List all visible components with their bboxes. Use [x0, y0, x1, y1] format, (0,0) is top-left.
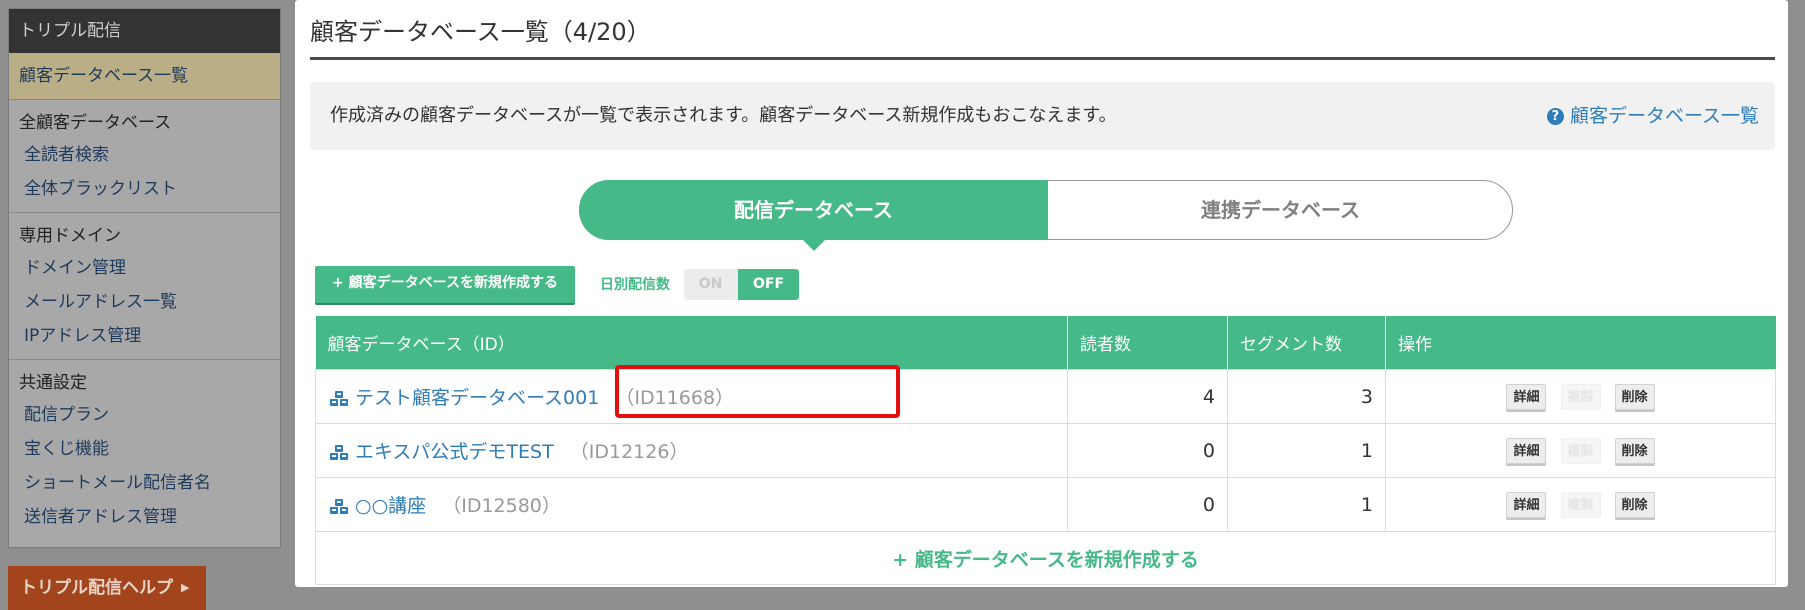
- question-icon: ?: [1546, 108, 1564, 125]
- delete-button[interactable]: 削除: [1614, 383, 1655, 410]
- help-link[interactable]: ? 顧客データベース一覧: [1546, 82, 1759, 150]
- db-name: エキスパ公式デモTEST: [355, 441, 554, 463]
- sidebar-item-ip-address-management[interactable]: IPアドレス管理: [9, 319, 280, 353]
- sidebar-item-all-readers-search[interactable]: 全読者検索: [9, 138, 280, 172]
- readers-count: 0: [1067, 423, 1228, 478]
- segments-count: 1: [1227, 477, 1386, 532]
- sidebar-item-customer-db-list[interactable]: 顧客データベース一覧: [9, 53, 280, 100]
- tab-linked-db[interactable]: 連携データベース: [1048, 180, 1513, 240]
- sidebar-title: トリプル配信: [9, 9, 280, 53]
- sidebar-group-domain: 専用ドメイン ドメイン管理 メールアドレス一覧 IPアドレス管理: [9, 213, 280, 360]
- db-cell: ○○講座 （ID12580）: [315, 477, 1068, 532]
- db-link[interactable]: テスト顧客データベース001: [328, 387, 605, 409]
- table-row: テスト顧客データベース001 （ID11668） 4 3 詳細 複製 削除: [315, 369, 1776, 424]
- delete-button[interactable]: 削除: [1614, 491, 1655, 518]
- db-link[interactable]: ○○講座: [328, 495, 432, 517]
- help-button-label: トリプル配信ヘルプ: [20, 578, 173, 598]
- sidebar-group-all-db: 全顧客データベース 全読者検索 全体ブラックリスト: [9, 100, 280, 213]
- sidebar-group-title: 全顧客データベース: [19, 113, 172, 133]
- segments-count: 3: [1227, 369, 1386, 424]
- actions-cell: 詳細 複製 削除: [1385, 423, 1776, 478]
- db-id: （ID11668）: [615, 387, 735, 409]
- db-type-tabs: 配信データベース 連携データベース: [579, 180, 1513, 251]
- actions-cell: 詳細 複製 削除: [1385, 477, 1776, 532]
- db-table: 顧客データベース（ID） 読者数 セグメント数 操作 テスト顧客データベース00…: [315, 316, 1776, 585]
- sidebar-item-lottery[interactable]: 宝くじ機能: [9, 432, 280, 466]
- daily-count-toggle[interactable]: ON OFF: [684, 269, 799, 300]
- toggle-on[interactable]: ON: [684, 269, 737, 300]
- create-row: + 顧客データベースを新規作成する: [315, 531, 1776, 585]
- sidebar-group-title: 専用ドメイン: [19, 226, 121, 246]
- detail-button[interactable]: 詳細: [1506, 383, 1547, 410]
- delete-button[interactable]: 削除: [1614, 437, 1655, 464]
- sidebar-item-sms-sender-name[interactable]: ショートメール配信者名: [9, 466, 280, 500]
- sidebar: トリプル配信 顧客データベース一覧 全顧客データベース 全読者検索 全体ブラック…: [8, 8, 281, 548]
- table-header-row: 顧客データベース（ID） 読者数 セグメント数 操作: [315, 316, 1776, 370]
- help-button[interactable]: トリプル配信ヘルプ ▶: [8, 566, 206, 610]
- col-header-actions: 操作: [1385, 316, 1776, 370]
- table-row: ○○講座 （ID12580） 0 1 詳細 複製 削除: [315, 477, 1776, 532]
- copy-button: 複製: [1560, 437, 1601, 464]
- readers-count: 4: [1067, 369, 1228, 424]
- sidebar-item-domain-management[interactable]: ドメイン管理: [9, 251, 280, 285]
- db-cell: テスト顧客データベース001 （ID11668）: [315, 369, 1068, 424]
- help-link-label: 顧客データベース一覧: [1569, 105, 1759, 127]
- db-cell: エキスパ公式デモTEST （ID12126）: [315, 423, 1068, 478]
- sidebar-item-mail-address-list[interactable]: メールアドレス一覧: [9, 285, 280, 319]
- daily-count-label: 日別配信数: [600, 277, 670, 293]
- db-name: ○○講座: [355, 495, 427, 517]
- sidebar-group-common-settings: 共通設定 配信プラン 宝くじ機能 ショートメール配信者名 送信者アドレス管理: [9, 360, 280, 540]
- page-title: 顧客データベース一覧（4/20）: [310, 14, 1775, 60]
- cubes-icon: [330, 444, 348, 460]
- actions-cell: 詳細 複製 削除: [1385, 369, 1776, 424]
- col-header-segments: セグメント数: [1227, 316, 1386, 370]
- copy-button: 複製: [1560, 491, 1601, 518]
- table-row: エキスパ公式デモTEST （ID12126） 0 1 詳細 複製 削除: [315, 423, 1776, 478]
- copy-button: 複製: [1560, 383, 1601, 410]
- info-box: 作成済みの顧客データベースが一覧で表示されます。顧客データベース新規作成もおこな…: [310, 82, 1775, 150]
- sidebar-item-delivery-plan[interactable]: 配信プラン: [9, 398, 280, 432]
- sidebar-item-blacklist[interactable]: 全体ブラックリスト: [9, 172, 280, 206]
- create-db-row-button[interactable]: + 顧客データベースを新規作成する: [315, 531, 1776, 585]
- db-name: テスト顧客データベース001: [355, 387, 600, 409]
- tab-delivery-db[interactable]: 配信データベース: [579, 180, 1048, 251]
- db-id: （ID12126）: [569, 441, 689, 463]
- cubes-icon: [330, 498, 348, 514]
- readers-count: 0: [1067, 477, 1228, 532]
- chevron-right-icon: ▶: [181, 581, 190, 594]
- segments-count: 1: [1227, 423, 1386, 478]
- toggle-off[interactable]: OFF: [738, 269, 799, 300]
- col-header-readers: 読者数: [1067, 316, 1228, 370]
- info-text: 作成済みの顧客データベースが一覧で表示されます。顧客データベース新規作成もおこな…: [330, 105, 1117, 126]
- db-id: （ID12580）: [442, 495, 561, 517]
- col-header-db: 顧客データベース（ID）: [315, 316, 1068, 370]
- create-db-button[interactable]: + 顧客データベースを新規作成する: [315, 266, 575, 303]
- sidebar-item-sender-address[interactable]: 送信者アドレス管理: [9, 500, 280, 534]
- cubes-icon: [330, 390, 348, 406]
- sidebar-group-title: 共通設定: [19, 373, 87, 393]
- main-panel: 顧客データベース一覧（4/20） 作成済みの顧客データベースが一覧で表示されます…: [295, 0, 1788, 587]
- detail-button[interactable]: 詳細: [1506, 491, 1547, 518]
- db-link[interactable]: エキスパ公式デモTEST: [328, 441, 560, 463]
- detail-button[interactable]: 詳細: [1506, 437, 1547, 464]
